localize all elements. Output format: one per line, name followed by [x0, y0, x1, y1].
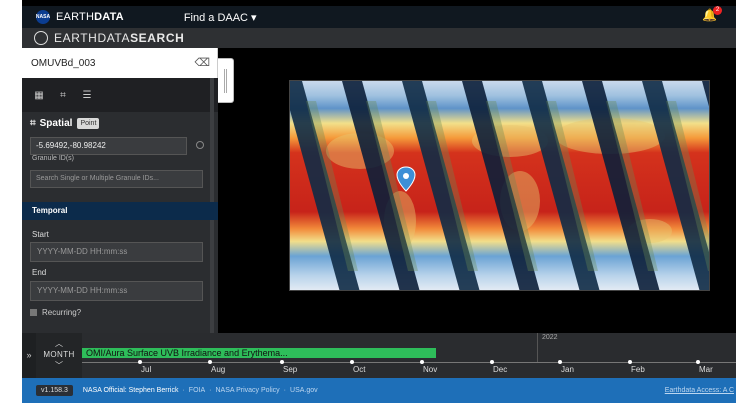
brand-prefix: EARTH	[56, 11, 95, 23]
notification-badge: 2	[713, 6, 722, 15]
timeline-month-label: Oct	[353, 365, 366, 374]
nasa-logo[interactable]: NASA	[36, 10, 50, 24]
temporal-heading: Temporal	[22, 202, 218, 220]
recurring-label: Recurring?	[42, 308, 82, 317]
timeline-collapse-icon[interactable]: »	[22, 333, 36, 378]
timeline-tick	[696, 360, 700, 364]
version-badge: v1.158.3	[36, 385, 73, 396]
timeline-axis[interactable]	[82, 362, 736, 363]
nasa-logo-text: NASA	[35, 14, 51, 20]
filter-toolbar: ▦ ⌗ ☰	[22, 78, 218, 112]
timeline-zoom-control: ︿ MONTH ﹀	[36, 333, 82, 378]
footer-link-usagov[interactable]: USA.gov	[290, 387, 318, 394]
timeline-month-label: Jul	[141, 365, 152, 374]
search-query-text: OMUVBd_003	[31, 57, 96, 69]
timeline-tick	[628, 360, 632, 364]
checkbox-box[interactable]	[30, 309, 37, 316]
point-coordinates-input[interactable]: -5.69492,-80.98242	[30, 137, 187, 155]
map-view[interactable]	[289, 80, 710, 291]
year-divider	[537, 333, 538, 362]
timeline-tick	[138, 360, 142, 364]
timeline-year-label: 2022	[542, 334, 558, 341]
timeline-month-label: Feb	[631, 365, 645, 374]
earthdata-topbar: NASA EARTHDATA Find a DAAC ▾ 🔔 2	[22, 6, 736, 28]
app-title-bold: SEARCH	[130, 31, 185, 45]
brand-bold: DATA	[94, 11, 124, 23]
earthdata-search-header: EARTHDATASEARCH	[22, 28, 736, 48]
timeline-month-label: Aug	[211, 365, 226, 374]
timeline-zoom-label: MONTH	[43, 350, 75, 359]
start-label: Start	[32, 230, 49, 239]
end-label: End	[32, 268, 47, 277]
calendar-icon[interactable]: ▦	[32, 88, 46, 102]
timeline-month-label: Nov	[423, 365, 438, 374]
earthdata-access-link[interactable]: Earthdata Access: A C	[665, 387, 734, 394]
timeline-tick	[280, 360, 284, 364]
end-date-input[interactable]: YYYY-MM-DD HH:mm:ss	[30, 281, 203, 301]
sliders-icon[interactable]: ☰	[80, 88, 94, 102]
timeline-tick	[490, 360, 494, 364]
timeline-month-label: Jan	[561, 365, 574, 374]
clear-search-icon[interactable]: ⌫	[194, 56, 210, 69]
nasa-official-text: NASA Official: Stephen Berrick	[82, 387, 179, 394]
earthdata-brand[interactable]: EARTHDATA	[56, 11, 124, 23]
grip-icon	[224, 69, 227, 93]
spatial-type-badge: Point	[77, 118, 100, 129]
timeline-tick	[350, 360, 354, 364]
start-date-input[interactable]: YYYY-MM-DD HH:mm:ss	[30, 242, 203, 262]
timeline-collection-bar[interactable]: OMI/Aura Surface UVB Irradiance and Eryt…	[82, 348, 436, 358]
timeline-month-label: Mar	[699, 365, 713, 374]
timeline-tick	[420, 360, 424, 364]
crop-icon: ⌗	[30, 118, 36, 129]
find-daac-menu[interactable]: Find a DAAC ▾	[184, 11, 257, 24]
timeline-tick	[558, 360, 562, 364]
search-query-input[interactable]: OMUVBd_003 ⌫	[22, 48, 218, 78]
zoom-up-icon[interactable]: ︿	[36, 338, 82, 349]
spatial-heading: ⌗ Spatial Point	[30, 118, 100, 129]
footer-separator: ·	[283, 387, 287, 394]
footer-separator: ·	[209, 387, 212, 394]
granule-id-label: Granule ID(s)	[32, 155, 75, 162]
sidebar-resize-handle[interactable]	[218, 58, 234, 103]
map-pin-dot	[403, 173, 409, 179]
uvb-map-image	[290, 81, 709, 290]
app-window: NASA EARTHDATA Find a DAAC ▾ 🔔 2 EARTHDAT…	[22, 0, 736, 403]
recurring-checkbox[interactable]: Recurring?	[30, 308, 81, 317]
crop-icon[interactable]: ⌗	[56, 88, 70, 102]
footer-link-foia[interactable]: FOIA	[189, 387, 205, 394]
footer-link-privacy[interactable]: NASA Privacy Policy	[215, 387, 279, 394]
timeline-month-label: Sep	[283, 365, 298, 374]
app-title-prefix: EARTHDATA	[54, 31, 131, 45]
granule-id-input[interactable]: Search Single or Multiple Granule IDs...	[30, 170, 203, 188]
earthdata-search-logo-icon[interactable]	[34, 31, 48, 45]
spatial-label: Spatial	[39, 118, 73, 129]
search-sidebar: OMUVBd_003 ⌫ ▦ ⌗ ☰ ⌗ Spatial Point -5.69…	[22, 48, 218, 333]
timeline-month-label: Dec	[493, 365, 508, 374]
remove-spatial-icon[interactable]	[196, 141, 204, 149]
timeline-tick	[208, 360, 212, 364]
footer-separator: ·	[182, 387, 185, 394]
zoom-down-icon[interactable]: ﹀	[36, 360, 82, 371]
notifications-bell-icon[interactable]: 🔔 2	[702, 6, 722, 24]
footer: v1.158.3 NASA Official: Stephen Berrick …	[22, 378, 736, 403]
timeline: » ︿ MONTH ﹀ OMI/Aura Surface UVB Irradia…	[22, 333, 736, 378]
app-title[interactable]: EARTHDATASEARCH	[54, 31, 184, 45]
